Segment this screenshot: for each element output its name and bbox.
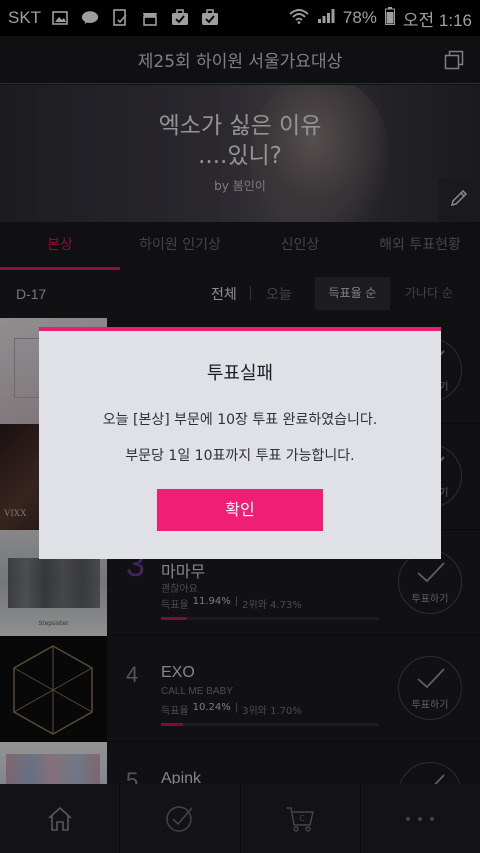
vote-failure-dialog: 투표실패 오늘 [본상] 부문에 10장 투표 완료하였습니다. 부문당 1일 … [39, 327, 441, 559]
dialog-title: 투표실패 [206, 363, 274, 384]
dialog-message: 오늘 [본상] 부문에 10장 투표 완료하였습니다. [102, 412, 378, 428]
app-screen: SKT 78% 오전 1:16 제25회 하이원 서울가요대상 엑소가 싫은 이… [0, 0, 480, 853]
dialog-message-limit: 부문당 1일 10표까지 투표 가능합니다. [125, 448, 355, 464]
confirm-button[interactable]: 확인 [157, 489, 323, 531]
